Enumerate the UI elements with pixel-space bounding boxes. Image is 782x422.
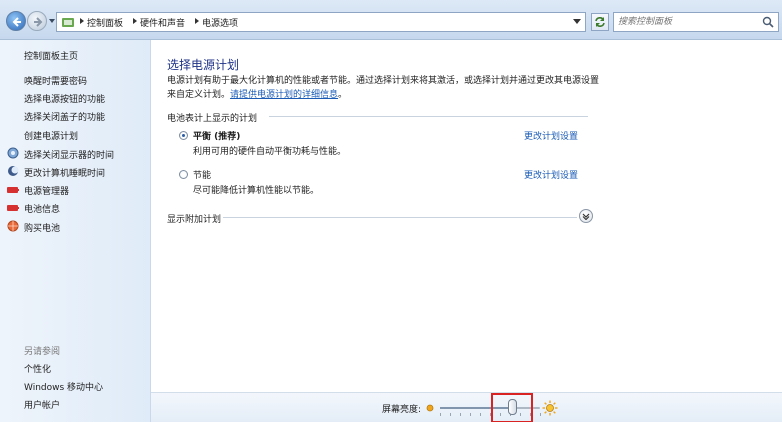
plans-group-label: 电池表计上显示的计划 bbox=[167, 114, 258, 124]
battery-icon bbox=[7, 187, 19, 193]
sidebar-item-mobility-center[interactable]: Windows 移动中心 bbox=[24, 380, 103, 393]
sidebar-item-buy-battery[interactable]: 购买电池 bbox=[24, 221, 60, 234]
main-panel: 选择电源计划 电源计划有助于最大化计算机的性能或者节能。通过选择计划来将其激活，… bbox=[151, 40, 782, 422]
breadcrumb-separator-icon bbox=[133, 18, 137, 24]
sidebar-item-control-panel-home[interactable]: 控制面板主页 bbox=[24, 49, 78, 62]
back-arrow-icon bbox=[12, 17, 21, 27]
sidebar-item-wake-password[interactable]: 唤醒时需要密码 bbox=[24, 74, 87, 87]
forward-arrow-icon bbox=[34, 17, 43, 27]
slider-tick bbox=[440, 413, 441, 416]
slider-highlight-annotation bbox=[491, 393, 533, 422]
breadcrumb-power-options[interactable]: 电源选项 bbox=[202, 16, 238, 29]
page-description: 电源计划有助于最大化计算机的性能或者节能。通过选择计划来将其激活，或选择计划并通… bbox=[167, 74, 607, 102]
search-icon[interactable] bbox=[762, 16, 774, 28]
group-divider bbox=[269, 116, 588, 117]
address-field[interactable]: 控制面板 硬件和声音 电源选项 bbox=[56, 12, 586, 32]
description-line-2: 来自定义计划。 bbox=[167, 90, 231, 100]
page-title: 选择电源计划 bbox=[167, 58, 240, 72]
description-line-1: 电源计划有助于最大化计算机的性能或者节能。通过选择计划来将其激活，或选择计划并通… bbox=[167, 76, 600, 86]
breadcrumb-control-panel[interactable]: 控制面板 bbox=[87, 16, 123, 29]
refresh-button[interactable] bbox=[591, 13, 609, 31]
plan-balanced-name[interactable]: 平衡 (推荐) bbox=[193, 129, 240, 142]
slider-tick bbox=[470, 413, 471, 416]
sidebar-item-personalization[interactable]: 个性化 bbox=[24, 362, 51, 375]
plan-power-saver-radio[interactable] bbox=[179, 170, 188, 179]
plan-balanced-radio[interactable] bbox=[179, 131, 188, 140]
brightness-label: 屏幕亮度: bbox=[382, 405, 422, 415]
plan-power-saver-desc: 尽可能降低计算机性能以节能。 bbox=[193, 186, 320, 196]
bright-sun-icon bbox=[542, 400, 558, 416]
plan-details-link[interactable]: 请提供电源计划的详细信息 bbox=[230, 90, 338, 100]
battery-icon bbox=[7, 205, 19, 211]
slider-tick bbox=[540, 413, 541, 416]
plan-balanced-desc: 利用可用的硬件自动平衡功耗与性能。 bbox=[193, 147, 347, 157]
slider-tick bbox=[450, 413, 451, 416]
breadcrumb-separator-icon bbox=[80, 18, 84, 24]
sidebar-item-create-plan[interactable]: 创建电源计划 bbox=[24, 129, 78, 142]
plan-balanced-change-link[interactable]: 更改计划设置 bbox=[524, 129, 578, 142]
sidebar-item-user-accounts[interactable]: 用户帐户 bbox=[24, 398, 60, 411]
sidebar-item-lid-close[interactable]: 选择关闭盖子的功能 bbox=[24, 110, 105, 123]
breadcrumb-separator-icon bbox=[195, 18, 199, 24]
search-input[interactable] bbox=[618, 15, 758, 29]
plan-power-saver-change-link[interactable]: 更改计划设置 bbox=[524, 168, 578, 181]
slider-tick bbox=[480, 413, 481, 416]
description-suffix: 。 bbox=[338, 90, 348, 100]
sidebar-item-power-manager[interactable]: 电源管理器 bbox=[24, 184, 69, 197]
sidebar-item-sleep-time[interactable]: 更改计算机睡眠时间 bbox=[24, 166, 105, 179]
refresh-icon bbox=[595, 17, 605, 27]
dim-sun-icon bbox=[426, 404, 434, 412]
display-icon bbox=[7, 147, 19, 159]
extra-plans-divider bbox=[223, 217, 577, 218]
search-box[interactable] bbox=[613, 12, 779, 32]
sidebar-item-battery-info[interactable]: 电池信息 bbox=[24, 202, 60, 215]
address-bar: 控制面板 硬件和声音 电源选项 bbox=[0, 0, 782, 40]
expand-plans-button[interactable] bbox=[579, 209, 593, 223]
slider-tick bbox=[460, 413, 461, 416]
breadcrumb-hardware-sound[interactable]: 硬件和声音 bbox=[140, 16, 185, 29]
forward-button[interactable] bbox=[27, 11, 47, 31]
moon-icon bbox=[8, 166, 19, 176]
brightness-bar: 屏幕亮度: bbox=[151, 392, 782, 422]
back-button[interactable] bbox=[6, 11, 26, 31]
sidebar: 控制面板主页 唤醒时需要密码 选择电源按钮的功能 选择关闭盖子的功能 创建电源计… bbox=[0, 40, 151, 422]
recent-pages-dropdown[interactable] bbox=[48, 17, 56, 25]
control-panel-icon bbox=[62, 18, 74, 27]
address-dropdown-icon[interactable] bbox=[573, 19, 581, 25]
sidebar-item-display-off-time[interactable]: 选择关闭显示器的时间 bbox=[24, 148, 114, 161]
see-also-heading: 另请参阅 bbox=[24, 347, 61, 357]
plan-power-saver-name[interactable]: 节能 bbox=[193, 168, 211, 181]
sidebar-item-power-button[interactable]: 选择电源按钮的功能 bbox=[24, 92, 105, 105]
show-additional-plans-label[interactable]: 显示附加计划 bbox=[167, 212, 221, 225]
chevron-down-icon bbox=[582, 213, 590, 220]
globe-icon bbox=[7, 220, 19, 232]
